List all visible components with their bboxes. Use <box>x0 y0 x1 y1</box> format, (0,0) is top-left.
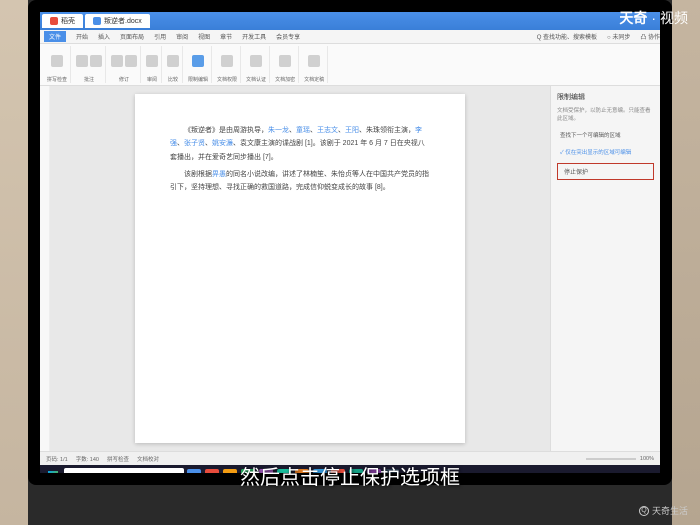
restrict-edit-icon[interactable] <box>192 55 204 67</box>
tab-home[interactable]: 稻壳 <box>42 14 83 28</box>
menu-item[interactable]: 审阅 <box>176 32 188 41</box>
app-icon[interactable] <box>223 469 237 473</box>
cert-icon[interactable] <box>250 55 262 67</box>
title-bar: 稻壳 叛逆者.docx <box>40 12 660 30</box>
taskbar-search[interactable]: 在这里输入你要搜索的内容 <box>64 468 184 473</box>
tab-label: 叛逆者.docx <box>104 16 142 26</box>
toolbar-group: 批注 <box>73 46 106 83</box>
restrict-editing-panel: 限制编辑 文档受保护，以防止无意编。只能查看此区域。 查找下一个可编辑的区域 ✓… <box>550 86 660 451</box>
toolbar-group: 文档权限 <box>214 46 241 83</box>
windows-icon <box>48 471 58 473</box>
menu-item[interactable]: 开始 <box>76 32 88 41</box>
link[interactable]: 朱一龙 <box>268 127 289 134</box>
monitor-frame: 稻壳 叛逆者.docx 文件 开始 插入 页面布局 引用 审阅 视图 章节 开发… <box>28 0 672 485</box>
app-icon[interactable] <box>205 469 219 473</box>
menu-item[interactable]: 插入 <box>98 32 110 41</box>
watermark-top: 天奇·视频 <box>619 8 688 28</box>
link[interactable]: 姚安濂 <box>212 140 233 147</box>
link[interactable]: 王志文 <box>317 127 338 134</box>
track-icon[interactable] <box>125 55 137 67</box>
menu-collab[interactable]: 凸 协作 <box>640 32 660 41</box>
subtitle-text: 然后点击停止保护选项框 <box>240 461 460 490</box>
menu-item[interactable]: 会员专享 <box>276 32 300 41</box>
menu-item[interactable]: 章节 <box>220 32 232 41</box>
start-button[interactable] <box>44 468 62 473</box>
editor-area: 《叛逆者》是由周游执导，朱一龙、童瑶、王志文、王阳、朱珠领衔主演，李强、张子贤、… <box>40 86 660 451</box>
panel-checkbox[interactable]: ✓ 仅在突出显示的区域可编辑 <box>557 145 654 159</box>
review-icon[interactable] <box>146 55 158 67</box>
toolbar-group: 比较 <box>164 46 183 83</box>
document-viewport: 《叛逆者》是由周游执导，朱一龙、童瑶、王志文、王阳、朱珠领衔主演，李强、张子贤、… <box>50 86 550 451</box>
word-count[interactable]: 字数: 140 <box>76 455 99 463</box>
compare-icon[interactable] <box>167 55 179 67</box>
encrypt-icon[interactable] <box>279 55 291 67</box>
toolbar-group: 修订 <box>108 46 141 83</box>
stop-protection-button[interactable]: 停止保护 <box>557 163 654 180</box>
track-icon[interactable] <box>111 55 123 67</box>
paragraph: 该剧根据畀愚的同名小说改编，讲述了林楠笙、朱怡贞等人在中国共产党员的指引下，坚持… <box>170 168 430 195</box>
spell-check-icon[interactable] <box>51 55 63 67</box>
tab-document[interactable]: 叛逆者.docx <box>85 14 150 28</box>
tab-label: 稻壳 <box>61 16 75 26</box>
menu-item[interactable]: 开发工具 <box>242 32 266 41</box>
menu-search[interactable]: Q 查找功能、搜索模板 <box>537 32 597 41</box>
page[interactable]: 《叛逆者》是由周游执导，朱一龙、童瑶、王志文、王阳、朱珠领衔主演，李强、张子贤、… <box>135 94 465 443</box>
spell-status[interactable]: 拼写检查 <box>107 455 129 463</box>
search-icon: Q <box>639 506 649 516</box>
zoom-level[interactable]: 100% <box>640 456 654 462</box>
link[interactable]: 畀愚 <box>212 171 226 178</box>
ribbon-toolbar: 拼写检查 批注 修订 审阅 比较 限制编辑 文档权限 文档认证 文档加密 文档定… <box>40 44 660 86</box>
paragraph: 《叛逆者》是由周游执导，朱一龙、童瑶、王志文、王阳、朱珠领衔主演，李强、张子贤、… <box>170 124 430 164</box>
toolbar-group: 审阅 <box>143 46 162 83</box>
comment-icon[interactable] <box>76 55 88 67</box>
permission-icon[interactable] <box>221 55 233 67</box>
comment-icon[interactable] <box>90 55 102 67</box>
doc-icon <box>93 17 101 25</box>
panel-title: 限制编辑 <box>557 92 654 102</box>
link[interactable]: 童瑶 <box>296 127 310 134</box>
link[interactable]: 王阳 <box>345 127 359 134</box>
screen: 稻壳 叛逆者.docx 文件 开始 插入 页面布局 引用 审阅 视图 章节 开发… <box>40 12 660 473</box>
proofing-status[interactable]: 文档校对 <box>137 455 159 463</box>
menu-sync[interactable]: ○ 未同步 <box>607 32 630 41</box>
menu-bar: 文件 开始 插入 页面布局 引用 审阅 视图 章节 开发工具 会员专享 Q 查找… <box>40 30 660 44</box>
home-icon <box>50 17 58 25</box>
toolbar-group: 限制编辑 <box>185 46 212 83</box>
watermark-bottom: Q 天奇生活 <box>639 504 688 517</box>
toolbar-group: 文档认证 <box>243 46 270 83</box>
toolbar-group: 拼写检查 <box>44 46 71 83</box>
finalize-icon[interactable] <box>308 55 320 67</box>
app-icon[interactable] <box>187 469 201 473</box>
menu-item[interactable]: 视图 <box>198 32 210 41</box>
zoom-slider[interactable] <box>586 458 636 460</box>
menu-item[interactable]: 页面布局 <box>120 32 144 41</box>
panel-option[interactable]: 查找下一个可编辑的区域 <box>557 128 654 142</box>
vertical-ruler <box>40 86 50 451</box>
toolbar-group: 文档定稿 <box>301 46 328 83</box>
toolbar-group: 文档加密 <box>272 46 299 83</box>
menu-file[interactable]: 文件 <box>44 31 66 42</box>
panel-description: 文档受保护，以防止无意编。只能查看此区域。 <box>557 106 654 122</box>
page-indicator[interactable]: 页码: 1/1 <box>46 455 68 463</box>
link[interactable]: 张子贤 <box>184 140 205 147</box>
menu-item[interactable]: 引用 <box>154 32 166 41</box>
